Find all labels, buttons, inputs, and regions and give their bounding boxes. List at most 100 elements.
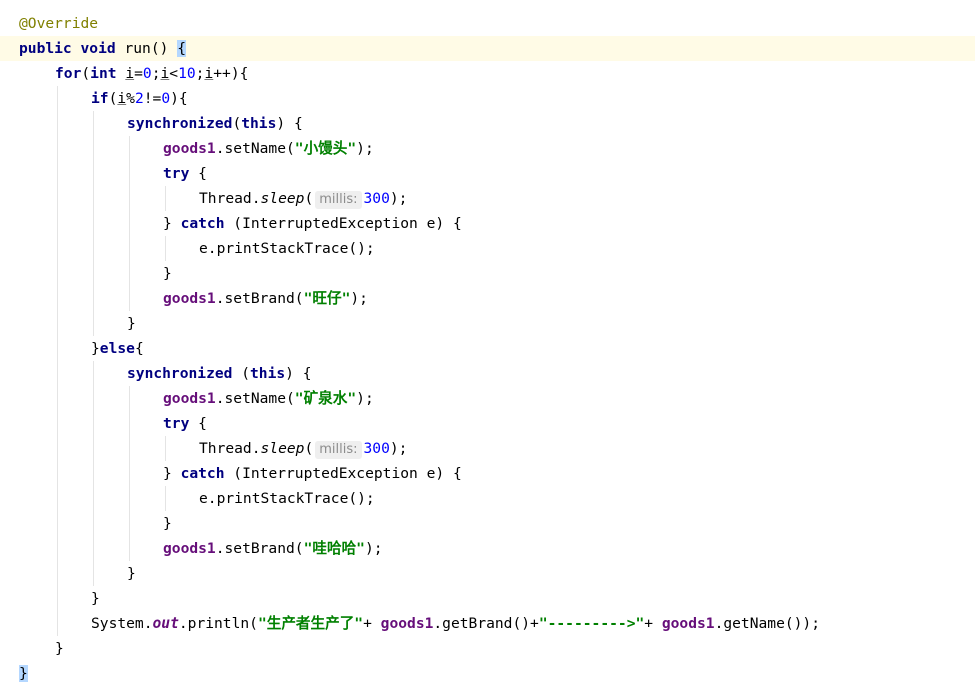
code-line[interactable]: }: [0, 261, 975, 286]
code-line[interactable]: Thread.sleep(millis: 300);: [0, 436, 975, 461]
code-line-text: try {: [163, 161, 207, 186]
keyword-token: this: [250, 365, 286, 382]
string-literal: "矿泉水": [294, 390, 357, 407]
code-line[interactable]: }: [0, 561, 975, 586]
code-line[interactable]: if(i%2!=0){: [0, 86, 975, 111]
code-token: %: [126, 90, 135, 107]
code-token: (: [81, 65, 91, 82]
code-line[interactable]: }: [0, 661, 975, 686]
code-line[interactable]: }: [0, 511, 975, 536]
local-variable-token: i: [160, 65, 170, 82]
field-token: goods1: [163, 290, 216, 307]
code-line[interactable]: e.printStackTrace();: [0, 236, 975, 261]
code-token: ){: [170, 90, 188, 107]
code-line[interactable]: for(int i=0;i<10;i++){: [0, 61, 975, 86]
code-line[interactable]: }: [0, 586, 975, 611]
code-token: .getName());: [714, 615, 820, 632]
indent-guide: [93, 386, 94, 411]
indent-guide: [57, 561, 58, 586]
code-line-text: @Override: [19, 11, 98, 36]
code-line[interactable]: }else{: [0, 336, 975, 361]
indent-guide: [57, 311, 58, 336]
indent-guide: [93, 286, 94, 311]
code-line-text: synchronized (this) {: [127, 361, 312, 386]
keyword-token: if: [91, 90, 109, 107]
code-line[interactable]: Thread.sleep(millis: 300);: [0, 186, 975, 211]
number-literal: 300: [363, 440, 390, 457]
field-token: goods1: [163, 140, 216, 157]
string-literal: "生产者生产了": [257, 615, 364, 632]
code-line-text: for(int i=0;i<10;i++){: [55, 61, 248, 86]
indent-guide: [93, 111, 94, 136]
code-line[interactable]: }: [0, 311, 975, 336]
code-token: .setBrand(: [215, 540, 304, 557]
indent-guide: [93, 536, 94, 561]
code-line-text: goods1.setBrand("旺仔");: [163, 286, 368, 311]
code-line[interactable]: e.printStackTrace();: [0, 486, 975, 511]
indent-guide: [93, 561, 94, 586]
code-token: (: [304, 440, 314, 457]
code-line-text: }: [163, 511, 172, 536]
keyword-token: catch: [180, 215, 225, 232]
indent-guide: [57, 536, 58, 561]
indent-guide: [129, 511, 130, 536]
code-line[interactable]: synchronized (this) {: [0, 361, 975, 386]
code-token: {: [134, 340, 144, 357]
indent-guide: [57, 111, 58, 136]
local-variable-token: i: [117, 90, 127, 107]
field-token: goods1: [380, 615, 434, 632]
code-token: ) {: [285, 365, 312, 382]
indent-guide: [93, 161, 94, 186]
code-line[interactable]: System.out.println("生产者生产了"+ goods1.getB…: [0, 611, 975, 636]
indent-guide: [57, 586, 58, 611]
keyword-token: for: [55, 65, 82, 82]
annotation-token: @Override: [19, 15, 99, 32]
code-token: (InterruptedException e) {: [224, 215, 462, 232]
code-token: .setName(: [215, 390, 295, 407]
string-literal: "--------->": [538, 615, 645, 632]
code-editor[interactable]: @Override public void run() {for(int i=0;…: [0, 0, 975, 691]
code-token: }: [91, 340, 100, 357]
code-token: );: [389, 440, 408, 457]
parameter-hint: millis:: [315, 191, 362, 209]
code-line[interactable]: @Override: [0, 11, 975, 36]
indent-guide: [129, 286, 130, 311]
keyword-token: try: [163, 165, 190, 182]
keyword-token: synchronized: [127, 115, 233, 132]
indent-guide: [129, 261, 130, 286]
code-token: .setBrand(: [215, 290, 304, 307]
field-token: goods1: [163, 540, 216, 557]
code-line-text: }: [163, 261, 172, 286]
field-token: goods1: [661, 615, 715, 632]
indent-guide: [93, 436, 94, 461]
code-token: );: [356, 140, 374, 157]
indent-guide: [165, 236, 166, 261]
code-line[interactable]: }: [0, 636, 975, 661]
keyword-token: else: [99, 340, 135, 357]
number-literal: 2: [134, 90, 144, 107]
code-line[interactable]: } catch (InterruptedException e) {: [0, 211, 975, 236]
code-token: e.printStackTrace();: [199, 240, 375, 257]
code-line[interactable]: try {: [0, 411, 975, 436]
code-line[interactable]: } catch (InterruptedException e) {: [0, 461, 975, 486]
code-line[interactable]: goods1.setBrand("旺仔");: [0, 286, 975, 311]
indent-guide: [57, 161, 58, 186]
indent-guide: [93, 236, 94, 261]
code-line[interactable]: synchronized(this) {: [0, 111, 975, 136]
code-token: +: [644, 615, 662, 632]
code-line[interactable]: goods1.setName("小馒头");: [0, 136, 975, 161]
code-token: }: [163, 215, 181, 232]
indent-guide: [93, 186, 94, 211]
indent-guide: [129, 436, 130, 461]
code-line[interactable]: try {: [0, 161, 975, 186]
code-token: run(): [115, 40, 178, 57]
code-line[interactable]: goods1.setBrand("哇哈哈");: [0, 536, 975, 561]
number-literal: 0: [161, 90, 171, 107]
code-token: }: [127, 315, 136, 332]
code-token: {: [189, 165, 207, 182]
code-line[interactable]: goods1.setName("矿泉水");: [0, 386, 975, 411]
indent-guide: [57, 486, 58, 511]
indent-guide: [93, 461, 94, 486]
code-line[interactable]: public void run() {: [0, 36, 975, 61]
indent-guide: [57, 186, 58, 211]
